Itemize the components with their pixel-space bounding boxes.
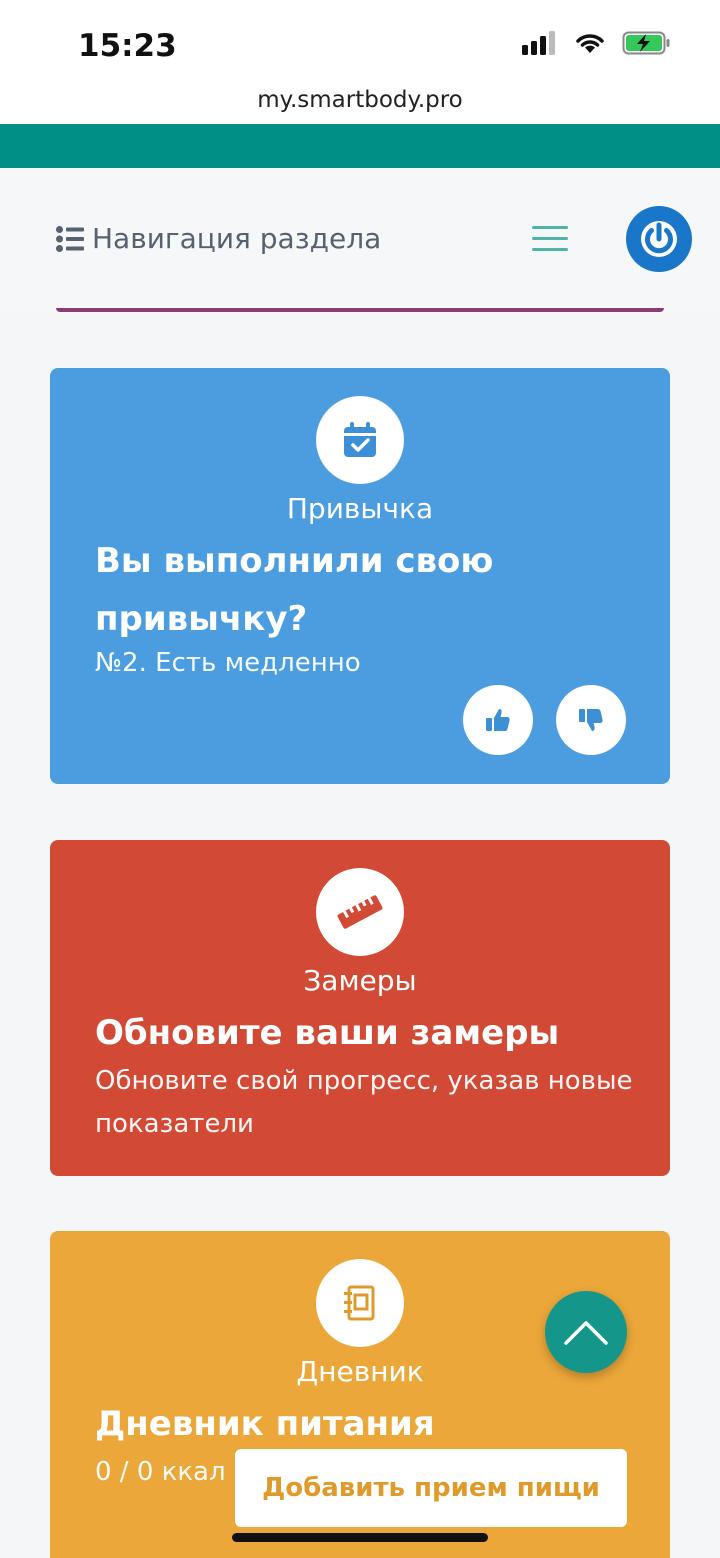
power-button[interactable] [626, 206, 692, 272]
food-diary-card: Дневник Дневник питания 0 / 0 ккал Добав… [50, 1231, 670, 1558]
calendar-check-icon [344, 422, 376, 457]
ruler-icon [337, 895, 383, 929]
habit-title: Вы выполнили свою привычку? [95, 541, 494, 639]
hamburger-icon[interactable] [532, 226, 568, 252]
navbar: Навигация раздела [0, 168, 720, 310]
status-bar: 15:23 [0, 0, 720, 80]
section-navigation-label: Навигация раздела [92, 222, 382, 255]
scroll-to-top-button[interactable] [545, 1291, 627, 1373]
status-icons [522, 30, 672, 56]
home-indicator [232, 1533, 488, 1542]
list-icon [56, 225, 84, 252]
chevron-up-icon [564, 1321, 608, 1345]
add-meal-button[interactable]: Добавить прием пищи [235, 1449, 627, 1527]
habit-card: Привычка Вы выполнили свою привычку? №2.… [50, 368, 670, 784]
page-content: Навигация раздела Привычка Вы выполнили … [0, 168, 720, 1558]
power-icon [641, 221, 677, 257]
measurements-card[interactable]: Замеры Обновите ваши замеры Обновите сво… [50, 840, 670, 1176]
habit-category: Привычка [286, 492, 434, 525]
diary-title: Дневник питания [95, 1404, 435, 1444]
section-navigation-button[interactable]: Навигация раздела [56, 222, 381, 255]
previous-card-edge [56, 308, 664, 312]
status-time: 15:23 [78, 28, 177, 64]
measurements-icon-circle [316, 868, 404, 956]
measurements-category: Замеры [303, 964, 417, 997]
wifi-icon [576, 34, 604, 53]
habit-icon-circle [316, 396, 404, 484]
browser-url[interactable]: my.smartbody.pro [0, 80, 720, 124]
thumbs-up-icon [486, 709, 510, 731]
app-header-strip [0, 124, 720, 168]
measurements-title: Обновите ваши замеры [95, 1013, 560, 1053]
habit-subtitle: №2. Есть медленно [95, 648, 361, 678]
thumbs-down-icon [579, 709, 603, 731]
habit-done-button[interactable] [463, 685, 533, 755]
battery-charging-icon [622, 31, 670, 55]
measurements-subtitle: Обновите свой прогресс, указав новые пок… [95, 1066, 633, 1139]
notebook-icon [344, 1285, 375, 1321]
diary-icon-circle [316, 1259, 404, 1347]
habit-not-done-button[interactable] [556, 685, 626, 755]
cellular-signal-icon [522, 31, 555, 55]
